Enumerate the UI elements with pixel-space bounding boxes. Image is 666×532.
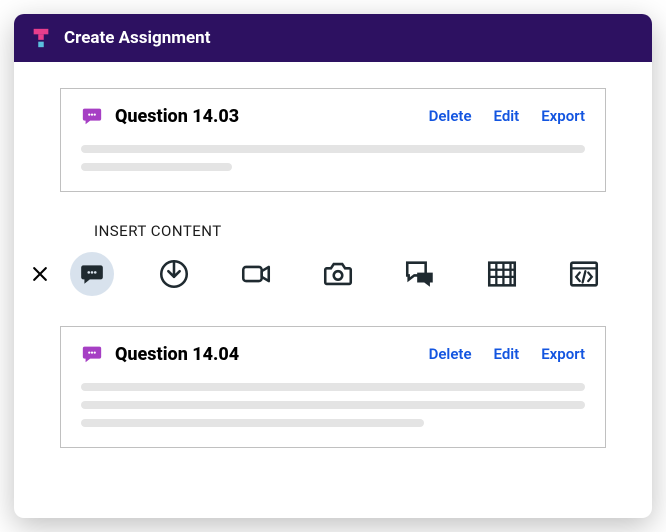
- question-card: Question 14.03 Delete Edit Export: [60, 88, 606, 192]
- question-card-head: Question 14.03 Delete Edit Export: [81, 105, 585, 127]
- export-button[interactable]: Export: [541, 107, 585, 125]
- app-window: Create Assignment Question 14.03 Delete …: [14, 14, 652, 518]
- delete-button[interactable]: Delete: [429, 345, 472, 363]
- chat-bubble-icon: [81, 105, 103, 127]
- placeholder-bar: [81, 419, 424, 427]
- placeholder-bar: [81, 145, 585, 153]
- main-content: Question 14.03 Delete Edit Export INSERT…: [14, 62, 652, 476]
- table-icon: [485, 257, 519, 291]
- insert-download-button[interactable]: [152, 252, 196, 296]
- chat-bubble-icon: [81, 343, 103, 365]
- delete-button[interactable]: Delete: [429, 107, 472, 125]
- insert-content-row: [60, 252, 606, 296]
- insert-content-label: INSERT CONTENT: [94, 222, 606, 240]
- insert-code-button[interactable]: [562, 252, 606, 296]
- placeholder-bar: [81, 163, 232, 171]
- question-card: Question 14.04 Delete Edit Export: [60, 326, 606, 448]
- insert-video-button[interactable]: [234, 252, 278, 296]
- content-placeholder: [81, 145, 585, 171]
- camera-icon: [321, 257, 355, 291]
- insert-camera-button[interactable]: [316, 252, 360, 296]
- insert-toolbar: [70, 252, 606, 296]
- close-icon[interactable]: [30, 264, 50, 284]
- question-actions: Delete Edit Export: [429, 107, 585, 125]
- insert-chat-button[interactable]: [70, 252, 114, 296]
- insert-discussion-button[interactable]: [398, 252, 442, 296]
- export-button[interactable]: Export: [541, 345, 585, 363]
- question-actions: Delete Edit Export: [429, 345, 585, 363]
- content-placeholder: [81, 383, 585, 427]
- placeholder-bar: [81, 401, 585, 409]
- question-card-head: Question 14.04 Delete Edit Export: [81, 343, 585, 365]
- download-icon: [157, 257, 191, 291]
- question-title: Question 14.04: [115, 344, 417, 365]
- insert-table-button[interactable]: [480, 252, 524, 296]
- video-icon: [239, 257, 273, 291]
- code-icon: [567, 257, 601, 291]
- question-title: Question 14.03: [115, 106, 417, 127]
- app-logo-icon: [30, 27, 52, 49]
- chat-icon: [79, 261, 105, 287]
- page-title: Create Assignment: [64, 28, 210, 48]
- edit-button[interactable]: Edit: [494, 107, 520, 125]
- titlebar: Create Assignment: [14, 14, 652, 62]
- placeholder-bar: [81, 383, 585, 391]
- edit-button[interactable]: Edit: [494, 345, 520, 363]
- discussion-icon: [403, 257, 437, 291]
